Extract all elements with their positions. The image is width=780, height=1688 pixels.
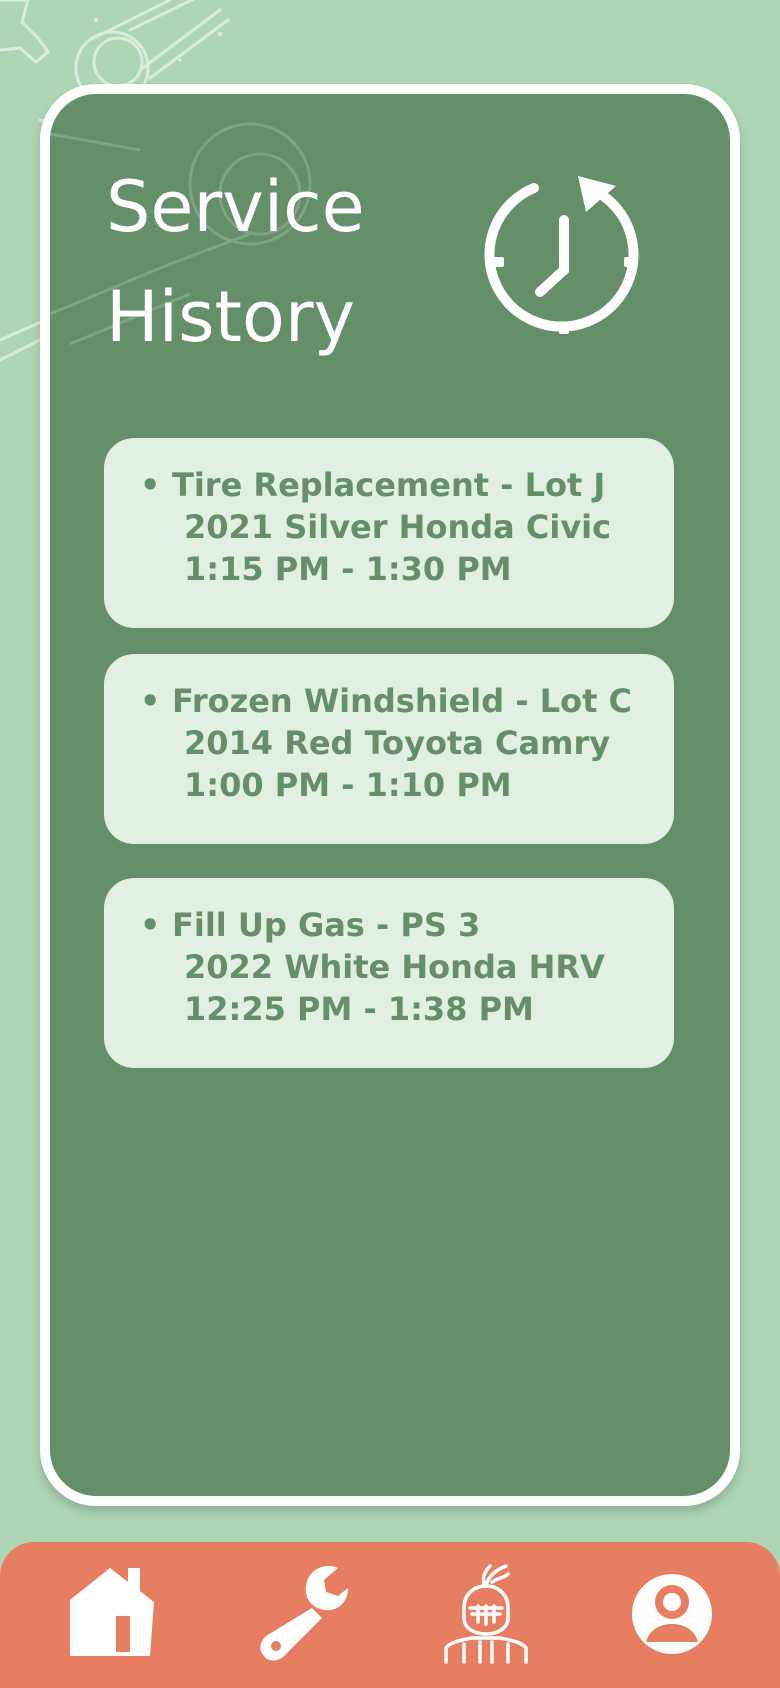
vehicle-name: 2022 White Honda HRV: [184, 948, 605, 986]
knight-icon: [444, 1564, 528, 1664]
clock-refresh-icon: [484, 176, 639, 334]
wrench-icon: [260, 1566, 348, 1661]
service-time: 1:15 PM - 1:30 PM: [184, 550, 512, 588]
bullet: •: [140, 906, 161, 944]
nav-knight[interactable]: [436, 1562, 536, 1666]
service-entry[interactable]: • Frozen Windshield - Lot C 2014 Red Toy…: [104, 654, 674, 844]
service-history-list: • Tire Replacement - Lot J 2021 Silver H…: [104, 438, 674, 1068]
vehicle-name: 2014 Red Toyota Camry: [184, 724, 611, 762]
service-title: Tire Replacement - Lot J: [172, 466, 606, 504]
nav-home[interactable]: [60, 1562, 160, 1666]
bullet: •: [140, 682, 161, 720]
service-entry[interactable]: • Tire Replacement - Lot J 2021 Silver H…: [104, 438, 674, 628]
service-time: 1:00 PM - 1:10 PM: [184, 766, 512, 804]
page-title: Service History: [106, 166, 365, 358]
bullet: •: [140, 466, 161, 504]
nav-profile[interactable]: [620, 1562, 720, 1666]
profile-icon: [632, 1574, 712, 1654]
service-title: Fill Up Gas - PS 3: [172, 906, 481, 944]
bottom-nav: [0, 1542, 780, 1688]
nav-services[interactable]: [254, 1562, 354, 1666]
service-title: Frozen Windshield - Lot C: [172, 682, 633, 720]
home-icon: [70, 1568, 154, 1656]
service-history-card: Service History • Tire Replacement - Lot…: [40, 84, 740, 1506]
service-time: 12:25 PM - 1:38 PM: [184, 990, 534, 1028]
vehicle-name: 2021 Silver Honda Civic: [184, 508, 612, 546]
service-entry[interactable]: • Fill Up Gas - PS 3 2022 White Honda HR…: [104, 878, 674, 1068]
